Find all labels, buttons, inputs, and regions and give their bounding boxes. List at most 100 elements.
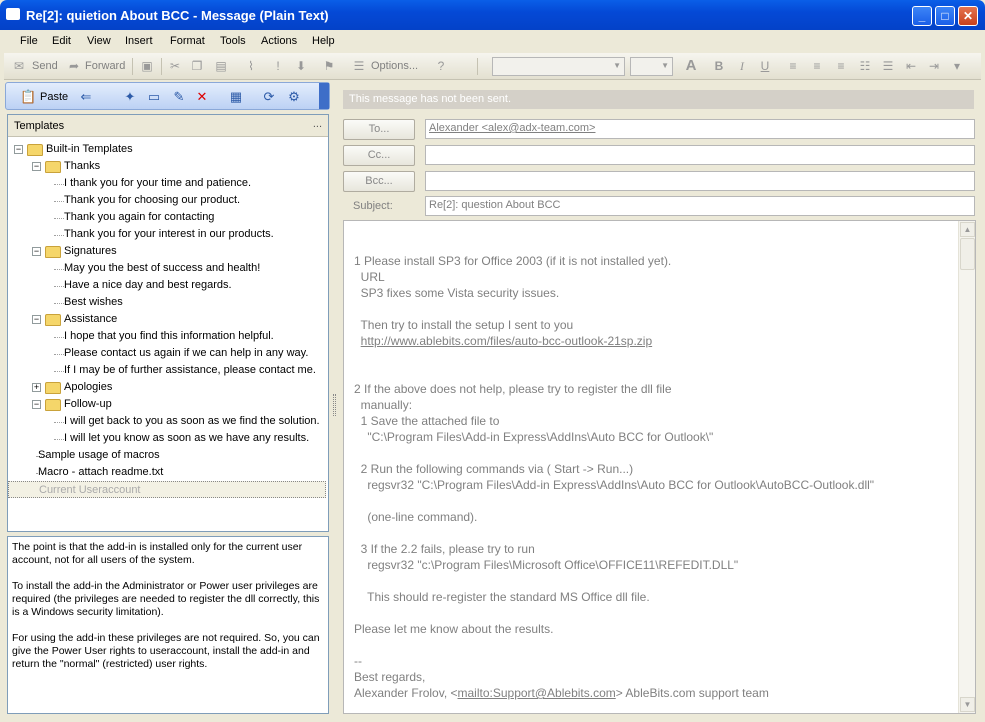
- bcc-button[interactable]: Bcc...: [343, 171, 415, 192]
- maximize-button[interactable]: □: [935, 6, 955, 26]
- templates-tree: Templates ... − Built-in Templates − Thanks…: [7, 114, 329, 532]
- message-pane: This message has not been sent. To... Al…: [339, 80, 981, 718]
- toolbar-options-icon[interactable]: ▾: [950, 59, 964, 73]
- template-item[interactable]: Thank you for choosing our product.: [64, 192, 240, 209]
- template-item[interactable]: If I may be of further assistance, pleas…: [64, 362, 316, 379]
- menu-view[interactable]: View: [87, 35, 111, 47]
- cc-field[interactable]: [425, 145, 975, 165]
- tree-expander-icon[interactable]: −: [32, 400, 41, 409]
- edit-icon[interactable]: ✎: [171, 89, 187, 105]
- menu-actions[interactable]: Actions: [261, 35, 297, 47]
- body-line: [354, 301, 954, 317]
- pane-splitter[interactable]: [331, 80, 339, 716]
- cut-icon[interactable]: ✂: [168, 59, 182, 73]
- font-color-icon[interactable]: A: [684, 58, 698, 73]
- copy-icon[interactable]: ❐: [190, 59, 204, 73]
- scroll-down-icon[interactable]: ▼: [960, 697, 975, 712]
- menu-file[interactable]: File: [20, 35, 38, 47]
- to-button[interactable]: To...: [343, 119, 415, 140]
- menu-insert[interactable]: Insert: [125, 35, 153, 47]
- send-icon: ✉: [13, 59, 25, 73]
- tree-expander-icon[interactable]: −: [32, 247, 41, 256]
- importance-high-icon[interactable]: !: [271, 59, 285, 73]
- template-item[interactable]: I will let you know as soon as we have a…: [64, 430, 309, 447]
- bcc-field[interactable]: [425, 171, 975, 191]
- italic-icon[interactable]: I: [735, 59, 749, 73]
- tree-folder[interactable]: Assistance: [64, 311, 117, 328]
- minimize-button[interactable]: _: [912, 6, 932, 26]
- template-item[interactable]: I hope that you find this information he…: [64, 328, 274, 345]
- menu-help[interactable]: Help: [312, 35, 335, 47]
- mailto-link[interactable]: mailto:Support@Ablebits.com: [458, 686, 616, 700]
- paste-button[interactable]: Paste: [40, 91, 68, 103]
- tree-expander-icon[interactable]: +: [32, 383, 41, 392]
- new-template-icon[interactable]: ✦: [122, 89, 138, 105]
- toolbar-overflow[interactable]: [319, 83, 329, 109]
- subject-field[interactable]: Re[2]: question About BCC: [425, 196, 975, 216]
- close-button[interactable]: ✕: [958, 6, 978, 26]
- template-item[interactable]: May you the best of success and health!: [64, 260, 260, 277]
- template-item[interactable]: I thank you for your time and patience.: [64, 175, 251, 192]
- align-center-icon[interactable]: ≡: [810, 59, 824, 73]
- bold-icon[interactable]: B: [712, 59, 726, 73]
- scroll-thumb[interactable]: [960, 238, 975, 270]
- splitter-grip[interactable]: [333, 394, 336, 416]
- tree-folder[interactable]: Follow-up: [64, 396, 112, 413]
- refresh-icon[interactable]: ⟳: [261, 89, 277, 105]
- font-size-combo[interactable]: ▼: [630, 57, 673, 76]
- menu-format[interactable]: Format: [170, 35, 205, 47]
- template-item[interactable]: I will get back to you as soon as we fin…: [64, 413, 320, 430]
- paste-icon[interactable]: ▤: [214, 59, 228, 73]
- scroll-up-icon[interactable]: ▲: [960, 222, 975, 237]
- body-line: Alexander Frolov, <mailto:Support@Ablebi…: [354, 686, 769, 700]
- templates-header-menu[interactable]: ...: [313, 118, 322, 130]
- forward-button[interactable]: Forward: [85, 60, 125, 72]
- template-item[interactable]: Macro - attach readme.txt: [38, 464, 163, 481]
- insert-template-icon[interactable]: ⇐: [78, 89, 94, 105]
- paste-icon[interactable]: 📋: [20, 89, 36, 105]
- style-combo[interactable]: ▼: [492, 57, 625, 76]
- tree-folder[interactable]: Built-in Templates: [46, 141, 133, 158]
- cc-button[interactable]: Cc...: [343, 145, 415, 166]
- bullets-icon[interactable]: ☰: [881, 59, 895, 73]
- new-folder-icon[interactable]: ▭: [146, 89, 162, 105]
- message-body-text[interactable]: 1 Please install SP3 for Office 2003 (if…: [354, 253, 954, 701]
- template-item[interactable]: Best wishes: [64, 294, 123, 311]
- numbering-icon[interactable]: ☷: [858, 59, 872, 73]
- properties-icon[interactable]: ▦: [228, 89, 244, 105]
- help-icon[interactable]: ?: [434, 59, 448, 73]
- menu-tools[interactable]: Tools: [220, 35, 246, 47]
- underline-icon[interactable]: U: [758, 59, 772, 73]
- align-left-icon[interactable]: ≡: [786, 59, 800, 73]
- message-body[interactable]: 1 Please install SP3 for Office 2003 (if…: [343, 220, 976, 714]
- template-item[interactable]: Please contact us again if we can help i…: [64, 345, 308, 362]
- template-item[interactable]: Sample usage of macros: [38, 447, 160, 464]
- template-item[interactable]: Thank you for your interest in our produ…: [64, 226, 274, 243]
- options-button[interactable]: Options...: [371, 60, 418, 72]
- decrease-indent-icon[interactable]: ⇤: [904, 59, 918, 73]
- tree-folder[interactable]: Signatures: [64, 243, 117, 260]
- template-item[interactable]: Thank you again for contacting: [64, 209, 214, 226]
- menu-edit[interactable]: Edit: [52, 35, 71, 47]
- send-button[interactable]: Send: [32, 60, 58, 72]
- template-item[interactable]: Have a nice day and best regards.: [64, 277, 232, 294]
- attach-icon[interactable]: ⌇: [244, 59, 258, 73]
- tree-expander-icon[interactable]: −: [32, 315, 41, 324]
- tree-folder[interactable]: Apologies: [64, 379, 112, 396]
- increase-indent-icon[interactable]: ⇥: [927, 59, 941, 73]
- settings-icon[interactable]: ⚙: [286, 89, 302, 105]
- flag-icon[interactable]: ⚑: [322, 59, 336, 73]
- tree-folder[interactable]: Thanks: [64, 158, 100, 175]
- tree-expander-icon[interactable]: −: [14, 145, 23, 154]
- preview-paragraph: For using the add-in these privileges ar…: [12, 632, 320, 670]
- delete-icon[interactable]: ✕: [194, 89, 210, 105]
- save-icon[interactable]: ▣: [140, 59, 154, 73]
- tree-expander-icon[interactable]: −: [32, 162, 41, 171]
- align-right-icon[interactable]: ≡: [834, 59, 848, 73]
- importance-low-icon[interactable]: ⬇: [294, 59, 308, 73]
- to-field[interactable]: Alexander <alex@adx-team.com>: [425, 119, 975, 139]
- template-item[interactable]: Current Useraccount: [8, 481, 326, 498]
- download-link[interactable]: http://www.ablebits.com/files/auto-bcc-o…: [361, 334, 652, 348]
- body-line: [354, 365, 954, 381]
- vertical-scrollbar[interactable]: ▲ ▼: [958, 221, 975, 713]
